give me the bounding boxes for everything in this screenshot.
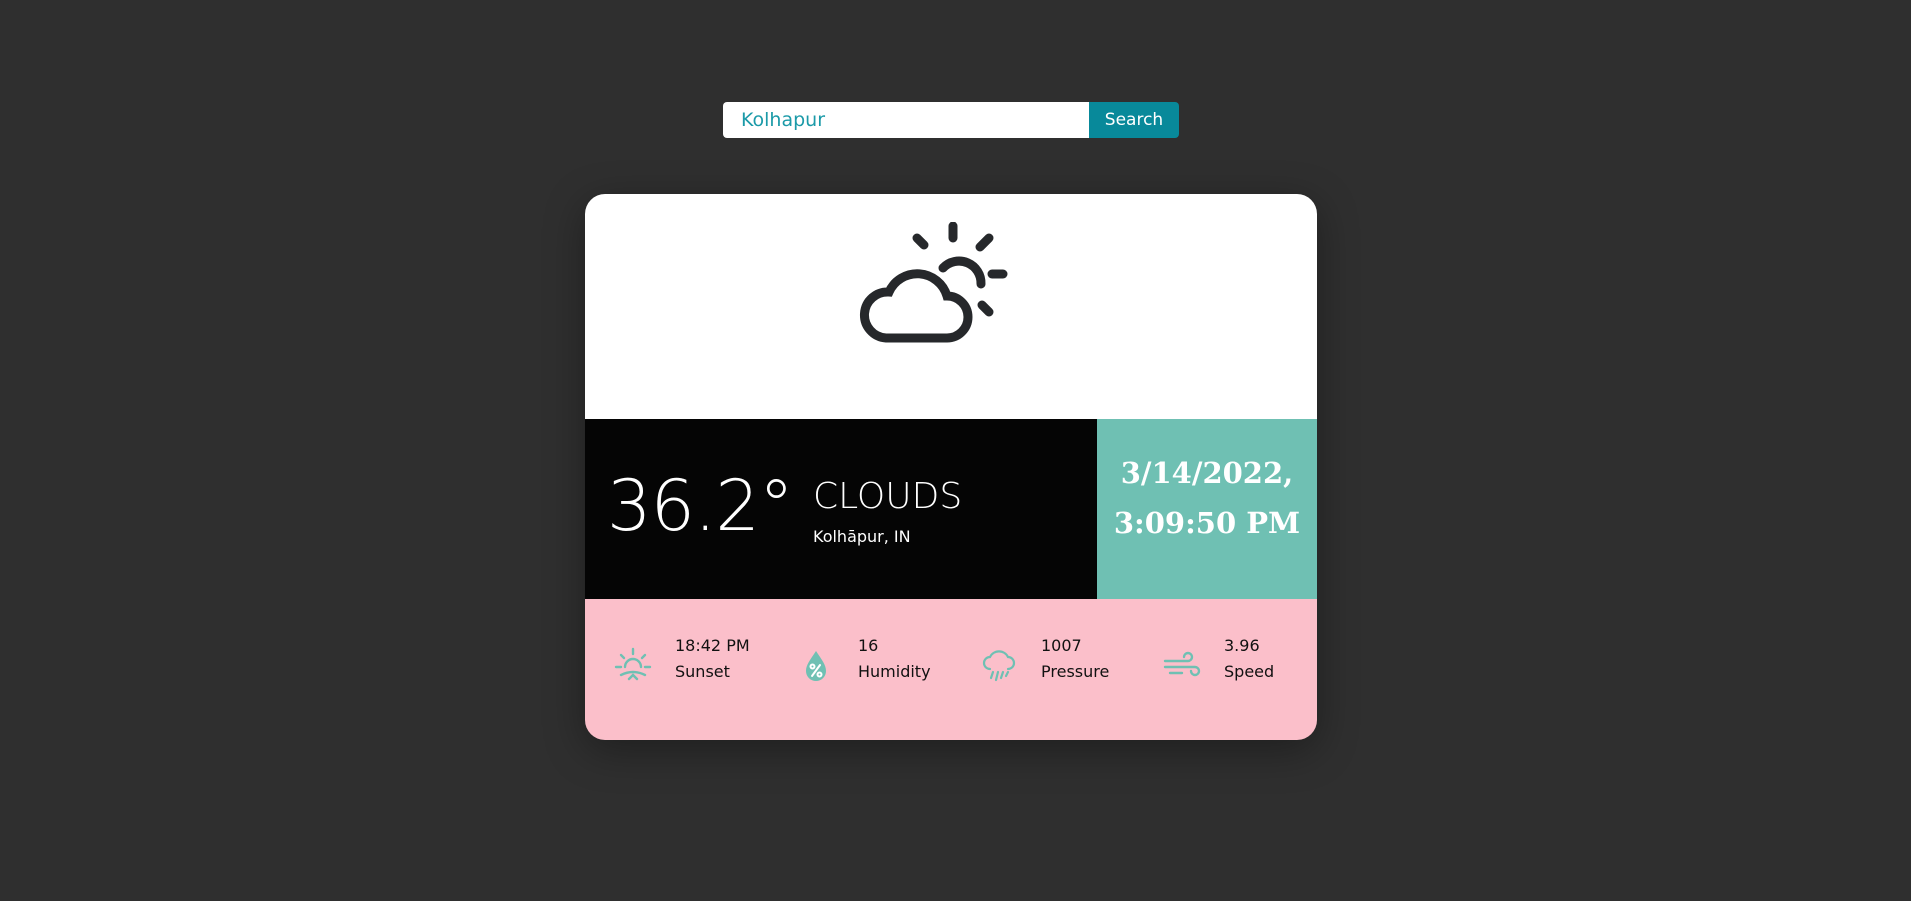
stat-label: Humidity (858, 662, 931, 681)
location-name: Kolhāpur, IN (813, 527, 911, 546)
weather-info-panel: 36.2° CLOUDS Kolhāpur, IN (585, 419, 1097, 599)
date-text: 3/14/2022, (1120, 456, 1294, 490)
stat-label: Pressure (1041, 662, 1110, 681)
stat-pressure: 1007 Pressure (979, 633, 1129, 693)
stat-sunset: 18:42 PM Sunset (613, 633, 763, 693)
search-button[interactable]: Search (1089, 102, 1179, 138)
weather-card: 36.2° CLOUDS Kolhāpur, IN 3/14/2022, 3:0… (585, 194, 1317, 740)
stat-label: Sunset (675, 662, 730, 681)
time-text: 3:09:50 PM (1113, 506, 1301, 540)
stat-wind: 3.96 Speed (1162, 633, 1312, 693)
stats-panel: 18:42 PM Sunset 16 Humidity 1007 Pressur… (585, 599, 1317, 740)
stat-value: 16 (858, 636, 879, 655)
weather-icon-panel (585, 194, 1317, 419)
stat-value: 18:42 PM (675, 636, 750, 655)
humidity-icon (806, 651, 826, 681)
weather-condition: CLOUDS (813, 476, 963, 517)
stat-humidity: 16 Humidity (796, 633, 946, 693)
search-bar: Search (723, 102, 1179, 138)
pressure-icon (982, 650, 1016, 682)
datetime-panel: 3/14/2022, 3:09:50 PM (1097, 419, 1317, 599)
cloudy-sun-icon (859, 222, 1008, 343)
search-input[interactable] (723, 102, 1089, 138)
stat-label: Speed (1224, 662, 1275, 681)
stat-value: 1007 (1041, 636, 1082, 655)
wind-icon (1163, 651, 1201, 677)
temperature: 36.2° (607, 465, 794, 547)
sunset-icon (614, 647, 652, 681)
stat-value: 3.96 (1224, 636, 1260, 655)
